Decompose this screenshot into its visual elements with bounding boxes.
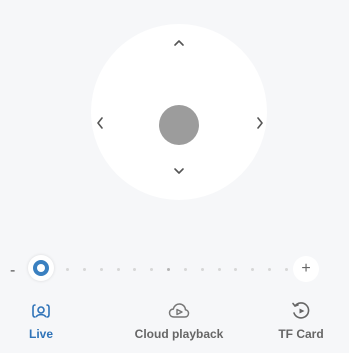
chevron-down-icon[interactable] bbox=[173, 166, 185, 176]
nav-label-live: Live bbox=[28, 327, 53, 341]
tf-card-playback-icon bbox=[292, 302, 310, 319]
chevron-right-icon[interactable] bbox=[255, 116, 265, 130]
cloud-playback-icon bbox=[168, 303, 190, 318]
nav-label-cloud-playback: Cloud playback bbox=[134, 327, 224, 341]
zoom-slider-track[interactable] bbox=[66, 267, 288, 271]
bottom-nav: Live Cloud playback TF Card bbox=[0, 300, 349, 353]
nav-item-cloud-playback[interactable]: Cloud playback bbox=[124, 300, 234, 341]
zoom-slider-handle[interactable] bbox=[28, 255, 54, 281]
nav-label-tf-card: TF Card bbox=[278, 327, 324, 341]
zoom-in-button[interactable]: + bbox=[293, 256, 319, 282]
live-camera-icon bbox=[32, 304, 50, 318]
chevron-left-icon[interactable] bbox=[95, 116, 105, 130]
ptz-center-knob[interactable] bbox=[159, 105, 199, 145]
zoom-out-button[interactable]: - bbox=[10, 263, 15, 279]
slider-knob-icon bbox=[33, 260, 49, 276]
ptz-control-pad[interactable] bbox=[91, 24, 267, 200]
nav-item-live[interactable]: Live bbox=[16, 300, 66, 341]
chevron-up-icon[interactable] bbox=[173, 38, 185, 48]
nav-item-tf-card[interactable]: TF Card bbox=[268, 300, 334, 341]
